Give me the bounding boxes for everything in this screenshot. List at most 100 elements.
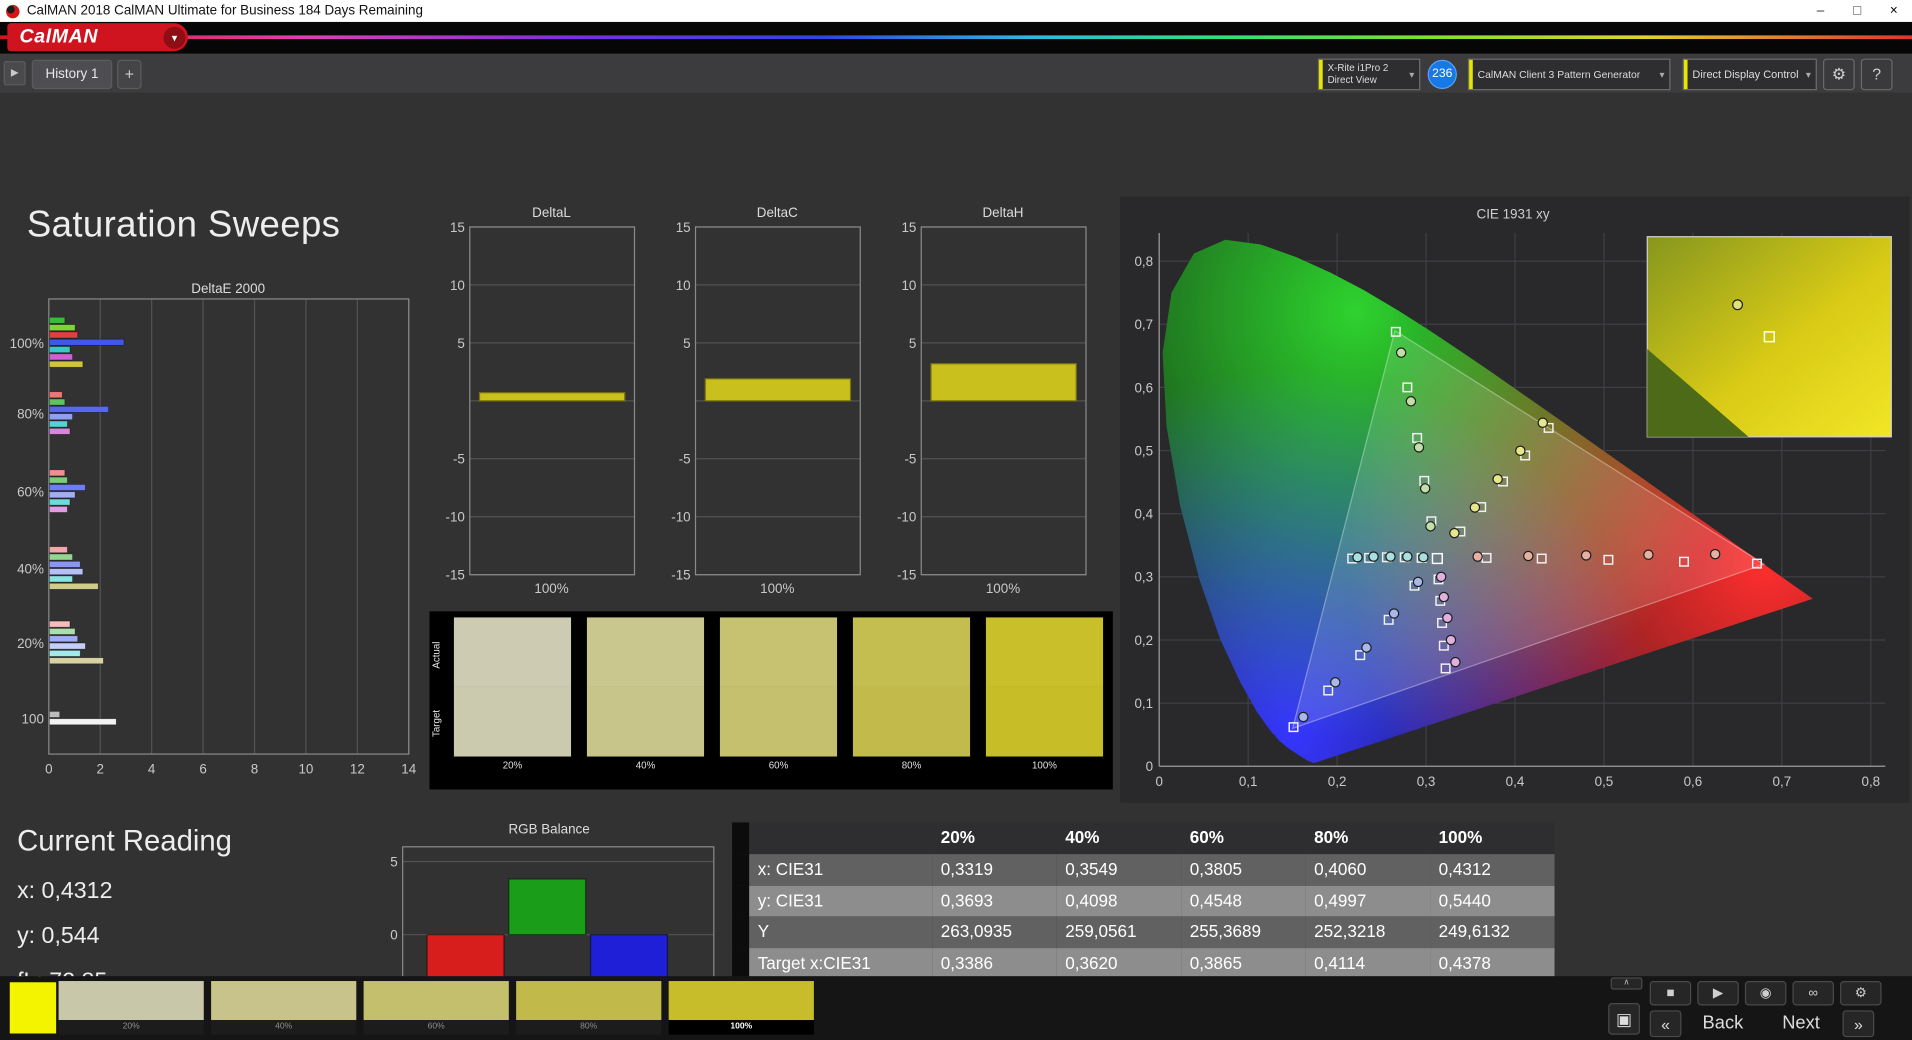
app-screen: CalMAN 2018 CalMAN Ultimate for Business… — [0, 0, 1912, 1040]
bottom-bar: ∧ ▣ « Back Next » 20% 40% 60% 80% 100% ■ ▶ ◉ ∞ ⚙ — [0, 976, 1912, 1040]
deltah-chart: DeltaH 15 10 5 -5 -10 -15 100% — [897, 205, 1087, 596]
svg-text:-5: -5 — [453, 452, 465, 467]
svg-text:-10: -10 — [671, 510, 690, 525]
capture-button[interactable]: ◉ — [1744, 981, 1787, 1006]
loop-button[interactable]: ∞ — [1792, 981, 1834, 1006]
chevron-down-icon: ▾ — [1659, 68, 1665, 80]
back-arrow-button[interactable]: « — [1649, 1010, 1682, 1038]
actual-swatch — [719, 617, 838, 687]
svg-text:10: 10 — [676, 278, 691, 293]
svg-text:CIE 1931 xy: CIE 1931 xy — [1477, 206, 1550, 221]
svg-text:0,3: 0,3 — [1134, 570, 1153, 585]
table-cell: 255,3689 — [1181, 916, 1306, 949]
table-cell: 0,4548 — [1181, 885, 1306, 917]
saturation-swatch-label: 80% — [901, 760, 922, 772]
add-tab-button[interactable]: + — [117, 59, 142, 90]
tab-history-1[interactable]: History 1 — [31, 59, 113, 90]
settings-button[interactable]: ⚙ — [1840, 981, 1882, 1006]
swatch-color — [363, 981, 509, 1021]
svg-text:RGB Balance: RGB Balance — [508, 821, 589, 836]
svg-text:0,4: 0,4 — [1134, 507, 1153, 522]
play-button[interactable]: ▶ — [1697, 981, 1739, 1006]
pattern-level-swatch-40%[interactable]: 40% — [211, 981, 357, 1035]
table-strip — [732, 885, 750, 917]
swatch-color — [58, 981, 204, 1021]
svg-text:-10: -10 — [446, 510, 465, 525]
next-button[interactable]: Next — [1764, 1010, 1837, 1037]
settings-gear-button[interactable]: ⚙ — [1822, 58, 1855, 91]
pattern-generator-stripe — [1469, 59, 1473, 90]
svg-text:0,8: 0,8 — [1861, 774, 1880, 789]
pattern-level-swatch-80%[interactable]: 80% — [516, 981, 662, 1035]
target-swatch — [586, 686, 705, 757]
sidebar-expander-button[interactable]: ▶ — [3, 61, 26, 86]
actual-swatch — [586, 617, 705, 687]
table-row-label: Target x:CIE31 — [749, 948, 933, 980]
chevron-down-icon: ▾ — [1805, 68, 1811, 80]
svg-text:20%: 20% — [17, 636, 44, 651]
meter-dropdown[interactable]: X-Rite i1Pro 2 Direct View ▾ — [1317, 58, 1421, 91]
spectrum-gradient — [0, 35, 1912, 40]
table-cell: 252,3218 — [1305, 916, 1431, 949]
page-title: Saturation Sweeps — [26, 204, 341, 246]
collapse-panel-button[interactable]: ∧ — [1610, 977, 1643, 990]
table-column-header: 40% — [1056, 822, 1182, 854]
pattern-level-swatch-60%[interactable]: 60% — [363, 981, 509, 1035]
window-title: CalMAN 2018 CalMAN Ultimate for Business… — [26, 3, 423, 19]
table-cell: 0,4060 — [1305, 853, 1431, 886]
close-button[interactable]: × — [1875, 0, 1912, 22]
saturation-swatch-label: 60% — [768, 760, 789, 772]
next-arrow-button[interactable]: » — [1842, 1010, 1875, 1038]
svg-text:DeltaC: DeltaC — [757, 205, 798, 220]
target-row-label: Target — [430, 710, 442, 738]
maximize-button[interactable]: □ — [1839, 0, 1876, 22]
table-cell: 0,4997 — [1305, 885, 1431, 917]
svg-text:5: 5 — [683, 336, 690, 351]
saturation-swatch-label: 100% — [1032, 760, 1057, 772]
svg-text:0,8: 0,8 — [1134, 254, 1153, 269]
table-cell: 0,3805 — [1181, 853, 1306, 886]
pattern-window-button[interactable]: ▣ — [1608, 1003, 1640, 1035]
svg-text:5: 5 — [457, 336, 464, 351]
minimize-button[interactable]: – — [1802, 0, 1839, 22]
saturation-swatch-100%: 100% — [985, 617, 1104, 778]
table-corner — [732, 822, 750, 854]
svg-text:0,1: 0,1 — [1134, 696, 1153, 711]
table-column-header: 60% — [1181, 822, 1306, 854]
svg-text:0,3: 0,3 — [1417, 774, 1436, 789]
svg-text:0,6: 0,6 — [1684, 774, 1703, 789]
target-swatch — [852, 686, 971, 757]
help-button[interactable]: ? — [1860, 58, 1893, 91]
calman-logo[interactable]: CalMAN ▾ — [7, 23, 188, 52]
table-strip — [732, 916, 750, 949]
svg-text:15: 15 — [901, 220, 916, 235]
pattern-generator-dropdown[interactable]: CalMAN Client 3 Pattern Generator ▾ — [1467, 58, 1671, 91]
table-cell: 0,3693 — [932, 885, 1057, 917]
logo-dropdown-icon[interactable]: ▾ — [163, 26, 186, 49]
svg-text:0,5: 0,5 — [1134, 443, 1153, 458]
table-cell: 0,3386 — [932, 948, 1057, 980]
deltae2000-chart: DeltaE 2000 0 2 4 6 8 10 12 14 100% 80% 60% 40% 20% 10… — [10, 281, 417, 776]
app-window: CalMAN 2018 CalMAN Ultimate for Business… — [0, 0, 1912, 1040]
pattern-level-swatch-20%[interactable]: 20% — [58, 981, 204, 1035]
svg-text:100%: 100% — [760, 581, 794, 596]
svg-text:80%: 80% — [17, 407, 44, 422]
swatch-label: 40% — [211, 1020, 357, 1035]
target-swatch — [985, 686, 1104, 757]
back-button[interactable]: Back — [1686, 1010, 1759, 1037]
meter-line1: X-Rite i1Pro 2 — [1327, 62, 1389, 74]
swatch-label: 20% — [58, 1020, 204, 1035]
table-cell: 0,3319 — [932, 853, 1057, 886]
swatch-color — [211, 981, 357, 1021]
actual-row-label: Actual — [430, 641, 442, 669]
meter-count-badge[interactable]: 236 — [1427, 59, 1457, 90]
svg-text:0,2: 0,2 — [1134, 633, 1153, 648]
display-control-dropdown[interactable]: Direct Display Control ▾ — [1682, 58, 1817, 91]
pattern-level-swatch-100%[interactable]: 100% — [668, 981, 814, 1035]
saturation-swatch-label: 20% — [502, 760, 523, 772]
stop-button[interactable]: ■ — [1649, 981, 1692, 1006]
svg-text:40%: 40% — [17, 561, 44, 576]
svg-text:0,6: 0,6 — [1134, 380, 1153, 395]
svg-text:0: 0 — [45, 762, 52, 776]
table-strip — [732, 948, 750, 980]
